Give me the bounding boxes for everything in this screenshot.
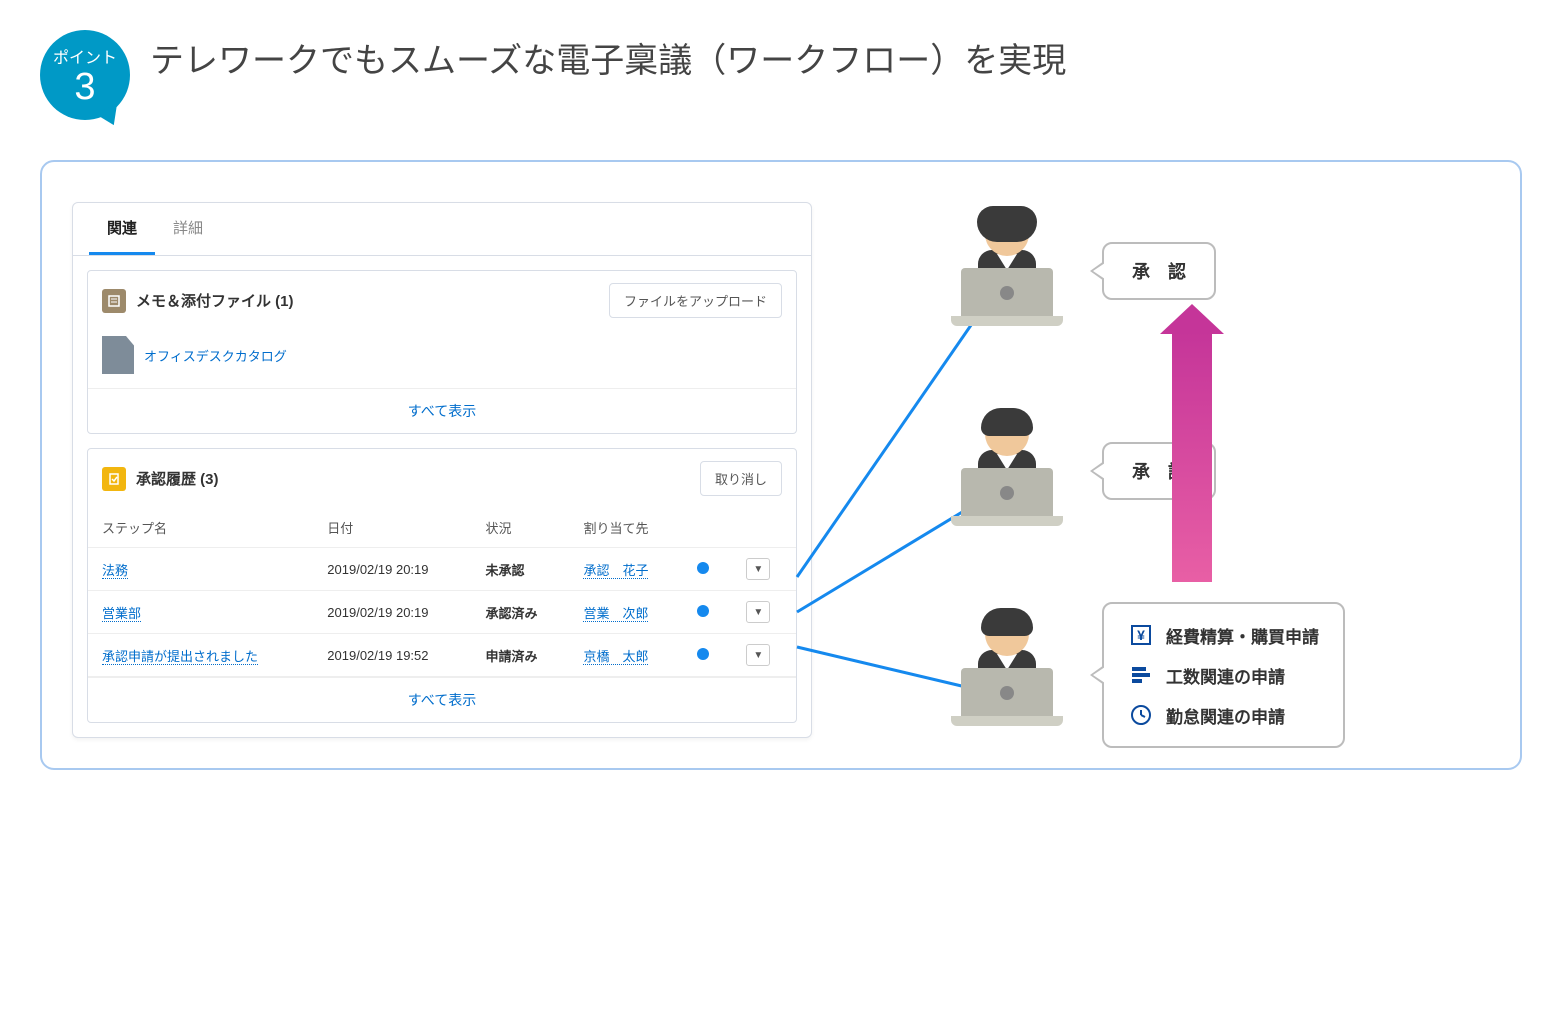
- memo-section: メモ＆添付ファイル (1) ファイルをアップロード オフィスデスクカタログ すべ…: [87, 270, 797, 434]
- page-title: テレワークでもスムーズな電子稟議（ワークフロー）を実現: [150, 30, 1066, 87]
- status-cell: 未承認: [472, 548, 570, 591]
- memo-show-all[interactable]: すべて表示: [88, 388, 796, 433]
- file-row[interactable]: オフィスデスクカタログ: [88, 330, 796, 388]
- history-table: ステップ名 日付 状況 割り当て先 法務 2019/02/19 20:19 未承…: [88, 508, 796, 677]
- approval-icon: [102, 467, 126, 491]
- file-link[interactable]: オフィスデスクカタログ: [144, 346, 287, 365]
- step-link[interactable]: 法務: [102, 563, 128, 579]
- illustration-frame: 関連 詳細 メモ＆添付ファイル (1) ファイルをアップロード オフィスデスクカ…: [40, 160, 1522, 770]
- col-step: ステップ名: [88, 508, 313, 548]
- memo-icon: [102, 289, 126, 313]
- memo-title: メモ＆添付ファイル (1): [136, 290, 294, 311]
- assignee-link[interactable]: 承認 花子: [583, 563, 648, 579]
- table-row: 法務 2019/02/19 20:19 未承認 承認 花子 ▼: [88, 548, 796, 591]
- page-header: ポイント 3 テレワークでもスムーズな電子稟議（ワークフロー）を実現: [40, 30, 1522, 120]
- yen-icon: ¥: [1128, 622, 1154, 648]
- point-number: 3: [74, 68, 95, 106]
- svg-text:¥: ¥: [1137, 627, 1145, 643]
- row-menu[interactable]: ▼: [746, 558, 770, 580]
- step-link[interactable]: 承認申請が提出されました: [102, 649, 258, 665]
- attendance-label: 勤怠関連の申請: [1166, 703, 1285, 728]
- history-show-all[interactable]: すべて表示: [88, 677, 796, 722]
- app-card: 関連 詳細 メモ＆添付ファイル (1) ファイルをアップロード オフィスデスクカ…: [72, 202, 812, 738]
- date-cell: 2019/02/19 20:19: [313, 548, 471, 591]
- date-cell: 2019/02/19 19:52: [313, 634, 471, 677]
- diagram: 承 認 承 認 ¥ 経費精算・購買申請: [832, 202, 1490, 738]
- flow-arrow: [1172, 332, 1212, 582]
- row-dot: [697, 562, 709, 574]
- col-status: 状況: [472, 508, 570, 548]
- col-date: 日付: [313, 508, 471, 548]
- manhour-label: 工数関連の申請: [1166, 663, 1285, 688]
- assignee-link[interactable]: 営業 次郎: [583, 606, 648, 622]
- cancel-button[interactable]: 取り消し: [700, 461, 782, 496]
- history-section: 承認履歴 (3) 取り消し ステップ名 日付 状況 割り当て先 法務: [87, 448, 797, 723]
- clock-icon: [1128, 702, 1154, 728]
- row-dot: [697, 605, 709, 617]
- history-title: 承認履歴 (3): [136, 468, 219, 489]
- bubble-request-types: ¥ 経費精算・購買申請 工数関連の申請 勤怠関連の申請: [1102, 602, 1345, 748]
- row-menu[interactable]: ▼: [746, 601, 770, 623]
- step-link[interactable]: 営業部: [102, 606, 141, 622]
- bubble-approve-1: 承 認: [1102, 242, 1216, 300]
- assignee-link[interactable]: 京橋 太郎: [583, 649, 648, 665]
- point-label: ポイント: [53, 44, 117, 68]
- status-cell: 承認済み: [472, 591, 570, 634]
- tab-detail[interactable]: 詳細: [155, 203, 221, 255]
- col-assignee: 割り当て先: [569, 508, 683, 548]
- tab-bar: 関連 詳細: [73, 203, 811, 256]
- table-row: 営業部 2019/02/19 20:19 承認済み 営業 次郎 ▼: [88, 591, 796, 634]
- expense-label: 経費精算・購買申請: [1166, 623, 1319, 648]
- person-middle: [952, 412, 1062, 532]
- row-dot: [697, 648, 709, 660]
- status-cell: 申請済み: [472, 634, 570, 677]
- point-badge: ポイント 3: [40, 30, 130, 120]
- table-row: 承認申請が提出されました 2019/02/19 19:52 申請済み 京橋 太郎…: [88, 634, 796, 677]
- person-top: [952, 212, 1062, 332]
- file-icon: [102, 336, 134, 374]
- person-bottom: [952, 612, 1062, 732]
- row-menu[interactable]: ▼: [746, 644, 770, 666]
- tab-related[interactable]: 関連: [89, 203, 155, 255]
- date-cell: 2019/02/19 20:19: [313, 591, 471, 634]
- upload-button[interactable]: ファイルをアップロード: [609, 283, 782, 318]
- bars-icon: [1128, 662, 1154, 688]
